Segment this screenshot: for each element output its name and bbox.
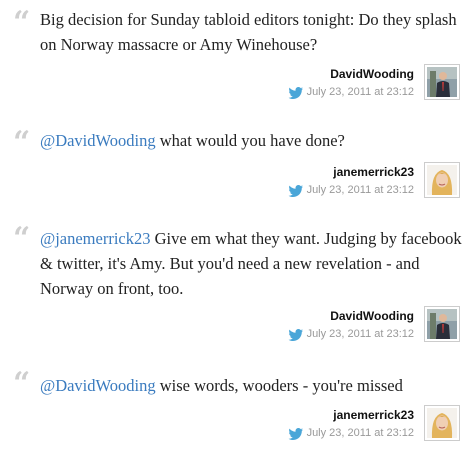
timestamp-row: July 23, 2011 at 23:12 xyxy=(288,427,414,440)
timestamp-link[interactable]: July 23, 2011 at 23:12 xyxy=(307,427,414,439)
timestamp-row: July 23, 2011 at 23:12 xyxy=(288,184,414,197)
twitter-bird-icon xyxy=(288,427,304,440)
tweet-meta: janemerrick23 July 23, 2011 at 23:12 xyxy=(288,164,414,197)
mention-link[interactable]: @DavidWooding xyxy=(40,376,156,395)
tweet-text: @DavidWooding what would you have done? xyxy=(40,128,462,153)
tweet-item: “ @DavidWooding wise words, wooders - yo… xyxy=(0,361,474,457)
tweet-meta: janemerrick23 July 23, 2011 at 23:12 xyxy=(288,407,414,440)
timestamp-row: July 23, 2011 at 23:12 xyxy=(288,86,414,99)
tweet-text: Big decision for Sunday tabloid editors … xyxy=(40,7,462,57)
timestamp-link[interactable]: July 23, 2011 at 23:12 xyxy=(307,184,414,196)
tweet-text: @DavidWooding wise words, wooders - you'… xyxy=(40,373,462,398)
timestamp-row: July 23, 2011 at 23:12 xyxy=(288,328,414,341)
twitter-bird-icon xyxy=(288,184,304,197)
quote-icon: “ xyxy=(13,125,30,160)
tweet-item: “ @DavidWooding what would you have done… xyxy=(0,120,474,216)
twitter-bird-icon xyxy=(288,328,304,341)
avatar[interactable] xyxy=(424,405,460,441)
tweet-text: @janemerrick23 Give em what they want. J… xyxy=(40,226,462,301)
tweet-item: “ Big decision for Sunday tabloid editor… xyxy=(0,0,474,120)
avatar-man-suit-icon xyxy=(427,67,457,97)
tweet-item: “ @janemerrick23 Give em what they want.… xyxy=(0,216,474,361)
avatar[interactable] xyxy=(424,162,460,198)
quote-icon: “ xyxy=(13,5,30,40)
tweet-meta: DavidWooding July 23, 2011 at 23:12 xyxy=(288,308,414,341)
tweet-meta: DavidWooding July 23, 2011 at 23:12 xyxy=(288,66,414,99)
tweet-body: Big decision for Sunday tabloid editors … xyxy=(40,10,457,54)
username-link[interactable]: DavidWooding xyxy=(288,66,414,82)
timestamp-link[interactable]: July 23, 2011 at 23:12 xyxy=(307,86,414,98)
mention-link[interactable]: @janemerrick23 xyxy=(40,229,150,248)
tweet-body: wise words, wooders - you're missed xyxy=(155,376,403,395)
twitter-bird-icon xyxy=(288,86,304,99)
timestamp-link[interactable]: July 23, 2011 at 23:12 xyxy=(307,328,414,340)
avatar-woman-blonde-icon xyxy=(427,165,457,195)
username-link[interactable]: DavidWooding xyxy=(288,308,414,324)
username-link[interactable]: janemerrick23 xyxy=(288,407,414,423)
mention-link[interactable]: @DavidWooding xyxy=(40,131,156,150)
avatar-man-suit-icon xyxy=(427,309,457,339)
tweet-body: what would you have done? xyxy=(155,131,345,150)
avatar[interactable] xyxy=(424,64,460,100)
avatar-woman-blonde-icon xyxy=(427,408,457,438)
avatar[interactable] xyxy=(424,306,460,342)
quote-icon: “ xyxy=(13,221,30,256)
quote-icon: “ xyxy=(13,366,30,401)
username-link[interactable]: janemerrick23 xyxy=(288,164,414,180)
